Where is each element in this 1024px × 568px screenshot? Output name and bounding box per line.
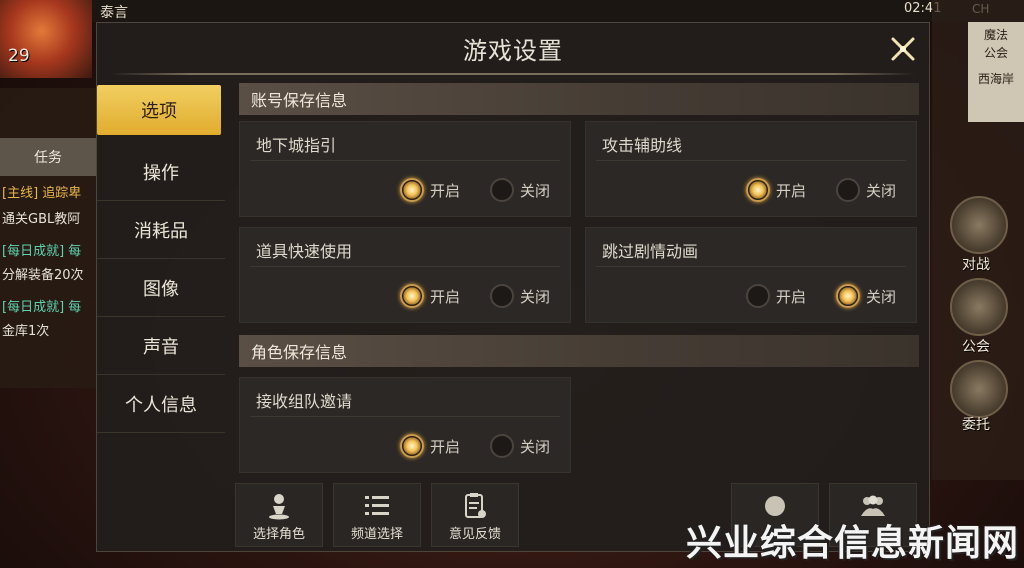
nav-item-3[interactable]: 消耗品 [97, 201, 225, 259]
setting-card: 攻击辅助线开启 关闭 [585, 121, 917, 217]
quest-item[interactable]: [每日成就] 每 [2, 240, 96, 259]
battle-label[interactable]: 对战 [962, 254, 990, 274]
guild-sign-line-2: 公会 [983, 46, 1008, 60]
radio-circle-icon [490, 178, 514, 202]
radio-label: 开启 [776, 181, 807, 200]
feedback-clipboard-icon [465, 493, 486, 518]
radio-off[interactable]: 关闭 [836, 284, 896, 308]
nav-item-4[interactable]: 图像 [97, 259, 225, 317]
close-button[interactable] [885, 31, 921, 67]
radio-circle-icon [836, 178, 860, 202]
channel-list-button[interactable]: 频道选择 [333, 483, 421, 547]
radio-circle-icon [836, 284, 860, 308]
nav-item-6[interactable]: 个人信息 [97, 375, 225, 433]
radio-circle-icon [400, 284, 424, 308]
feedback-clipboard-button[interactable]: 意见反馈 [431, 483, 519, 547]
close-icon [891, 37, 915, 61]
radio-circle-icon [746, 284, 770, 308]
setting-divider [596, 160, 906, 161]
top-hud-bar [0, 0, 1024, 22]
setting-card: 道具快速使用开启 关闭 [239, 227, 571, 323]
guild-label[interactable]: 公会 [962, 336, 990, 356]
radio-circle-icon [746, 178, 770, 202]
setting-divider [250, 266, 560, 267]
quest-panel [0, 88, 98, 388]
character-select-icon [269, 494, 289, 520]
guild-sign-line-1: 魔法 [983, 28, 1008, 42]
settings-dialog: 游戏设置 选项 操作 消耗品 图像 声音 个人信息 账号保存信息 地下城指引 开启 关闭 攻击辅… [96, 22, 930, 552]
bottom-button-label: 选择角色 [252, 527, 305, 542]
radio-label: 开启 [430, 287, 461, 306]
radio-off[interactable]: 关闭 [836, 178, 896, 202]
setting-label: 道具快速使用 [256, 242, 353, 261]
setting-label: 攻击辅助线 [602, 136, 683, 155]
radio-label: 关闭 [520, 287, 551, 306]
radio-label: 开启 [430, 437, 461, 456]
nav-item-2[interactable]: 操作 [97, 143, 225, 201]
bottom-button-label: 频道选择 [350, 527, 403, 542]
dialog-title: 游戏设置 [463, 37, 563, 65]
header-divider [111, 73, 915, 75]
setting-label: 跳过剧情动画 [602, 242, 699, 261]
setting-card: 跳过剧情动画开启 关闭 [585, 227, 917, 323]
radio-circle-icon [490, 434, 514, 458]
radio-circle-icon [490, 284, 514, 308]
setting-divider [596, 266, 906, 267]
character-section-header: 角色保存信息 [239, 335, 919, 367]
radio-label: 关闭 [520, 181, 551, 200]
channel-list-icon [365, 496, 389, 515]
guild-sign[interactable]: 魔法 公会 西海岸 [968, 22, 1024, 122]
radio-circle-icon [400, 434, 424, 458]
player-avatar[interactable] [0, 0, 92, 78]
setting-card: 地下城指引开启 关闭 [239, 121, 571, 217]
player-level: 29 [8, 46, 30, 66]
task-tab[interactable]: 任务 [0, 138, 96, 176]
quest-item[interactable]: 通关GBL教阿 [2, 208, 96, 227]
nav-item-1[interactable]: 选项 [97, 85, 221, 135]
guild-icon[interactable] [950, 278, 1008, 336]
radio-on[interactable]: 开启 [746, 178, 806, 202]
settings-side-nav: 选项操作 消耗品 图像 声音 个人信息 [97, 85, 225, 433]
nav-item-5[interactable]: 声音 [97, 317, 225, 375]
setting-label: 地下城指引 [256, 136, 337, 155]
guild-sign-sub: 西海岸 [977, 72, 1014, 86]
quest-item[interactable]: [主线] 追踪卑 [2, 182, 96, 201]
radio-on[interactable]: 开启 [400, 434, 460, 458]
commission-icon[interactable] [950, 360, 1008, 418]
radio-off[interactable]: 关闭 [490, 178, 550, 202]
setting-card: 接收组队邀请开启 关闭 [239, 377, 571, 473]
radio-on[interactable]: 开启 [400, 284, 460, 308]
radio-on[interactable]: 开启 [400, 178, 460, 202]
account-section-header: 账号保存信息 [239, 83, 919, 115]
radio-on[interactable]: 开启 [746, 284, 806, 308]
bottom-button-label: 意见反馈 [448, 527, 501, 542]
radio-off[interactable]: 关闭 [490, 284, 550, 308]
radio-label: 关闭 [866, 181, 897, 200]
setting-divider [250, 416, 560, 417]
quest-item[interactable]: [每日成就] 每 [2, 296, 96, 315]
commission-label[interactable]: 委托 [962, 414, 990, 434]
character-select-button[interactable]: 选择角色 [235, 483, 323, 547]
radio-off[interactable]: 关闭 [490, 434, 550, 458]
quest-item[interactable]: 金库1次 [2, 320, 96, 339]
radio-label: 开启 [776, 287, 807, 306]
radio-label: 开启 [430, 181, 461, 200]
dialog-header: 游戏设置 [97, 23, 929, 83]
radio-circle-icon [400, 178, 424, 202]
radio-label: 关闭 [866, 287, 897, 306]
watermark: 兴业综合信息新闻网 [686, 523, 1020, 564]
setting-divider [250, 160, 560, 161]
radio-label: 关闭 [520, 437, 551, 456]
player-name: 泰言 [100, 5, 128, 21]
battle-icon[interactable] [950, 196, 1008, 254]
quest-item[interactable]: 分解装备20次 [2, 264, 96, 283]
setting-label: 接收组队邀请 [256, 392, 353, 411]
